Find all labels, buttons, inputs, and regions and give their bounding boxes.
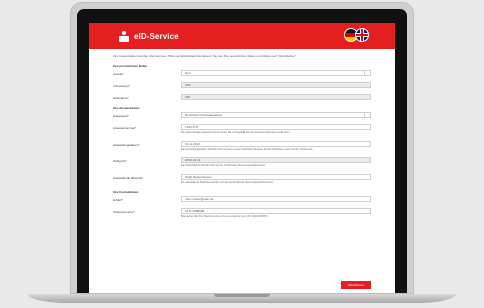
intro-text: Ihre Ausweisdaten wurden übernommen. Bit… xyxy=(113,54,297,58)
field-label: Telefonnummer* xyxy=(113,210,135,214)
field-label: Ausweisnummer* xyxy=(113,126,137,130)
field-row-nachname: Nachname* Kliff xyxy=(113,94,371,100)
field-hint: Bitte geben Sie Ihre Telefonnummer ohne … xyxy=(181,215,269,218)
section-contact-title: Ihre Kontaktdaten xyxy=(113,190,139,194)
field-hint: Die ausstellende Behörde befindet sich a… xyxy=(181,180,274,184)
field-label: Ausstellungsdatum* xyxy=(113,142,140,147)
laptop-bezel: eID-Service Ihre Ausweisdaten wurden übe… xyxy=(77,9,407,293)
field-row-behoerde: Ausstellende Behörde* Stadt Musterhausen… xyxy=(113,173,371,185)
field-row-ausweisart: Ausweisart* Deutscher Personalausweis xyxy=(113,112,371,118)
section-document-title: Ihre Ausweisdaten xyxy=(113,106,140,110)
laptop-notch xyxy=(214,294,270,297)
ausweisart-select[interactable]: Deutscher Personalausweis xyxy=(181,112,371,118)
field-row-ausstellungsdatum: Ausstellungsdatum* 01.11.2010 Das Ausste… xyxy=(113,140,371,152)
field-label: Ausstellende Behörde* xyxy=(113,175,144,180)
field-row-gueltig: Gültig bis* 2030-10-31 Das Ablaufdatum b… xyxy=(113,157,371,168)
field-label: Gültig bis* xyxy=(113,159,127,163)
laptop-lid: eID-Service Ihre Ausweisdaten wurden übe… xyxy=(70,2,414,294)
app-header: eID-Service xyxy=(89,23,395,49)
nachname-field: Kliff xyxy=(181,94,371,100)
form-content: Ihre Ausweisdaten wurden übernommen. Bit… xyxy=(89,49,395,219)
field-label: Vorname(n)* xyxy=(113,84,130,88)
field-row-anrede: Anrede* Herr xyxy=(113,70,371,76)
submit-button[interactable]: Abschließen xyxy=(341,281,371,289)
section-personal-title: Ihre persönlichen Daten xyxy=(113,64,148,68)
telefon-field[interactable]: 0171 2385588 xyxy=(181,208,371,214)
ausweisnummer-field[interactable]: T01XJ7JT xyxy=(181,124,371,130)
field-hint: Das Ablaufdatum befindet sich auf der Vo… xyxy=(181,164,266,167)
vorname-field: Willi xyxy=(181,82,371,88)
screen: eID-Service Ihre Ausweisdaten wurden übe… xyxy=(89,23,395,293)
field-hint: Die siebenstellige Ausweisnummer finden … xyxy=(181,131,291,134)
flag-gb-icon[interactable] xyxy=(355,28,369,42)
field-row-telefon: Telefonnummer* 0171 2385588 Bitte geben … xyxy=(113,208,371,219)
field-row-email: E-Mail* max.muster@web.de xyxy=(113,196,371,202)
ausstellungsdatum-field[interactable]: 01.11.2010 xyxy=(181,140,371,147)
field-label: Ausweisart* xyxy=(113,114,129,118)
gueltig-bis-field: 2030-10-31 xyxy=(181,157,371,163)
field-row-ausweisnummer: Ausweisnummer* T01XJ7JT Die siebenstelli… xyxy=(113,124,371,135)
field-hint: Das Ausstellungsdatum befindet sich bei … xyxy=(181,147,314,151)
anrede-select[interactable]: Herr xyxy=(181,70,371,76)
app-title: eID-Service xyxy=(134,31,179,41)
language-switcher[interactable] xyxy=(344,28,369,42)
field-label: E-Mail* xyxy=(113,198,123,202)
field-row-vorname: Vorname(n)* Willi xyxy=(113,82,371,88)
sparkasse-logo-icon xyxy=(119,30,129,42)
field-label: Nachname* xyxy=(113,96,129,100)
field-label: Anrede* xyxy=(113,72,124,76)
behoerde-field[interactable]: Stadt Musterhausen xyxy=(181,173,371,180)
email-field[interactable]: max.muster@web.de xyxy=(181,196,371,202)
